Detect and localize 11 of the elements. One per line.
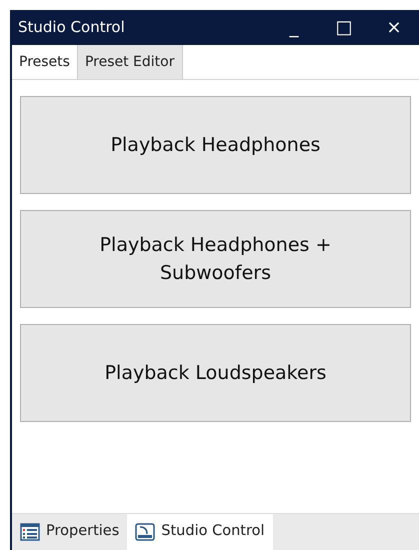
close-button[interactable]: × — [369, 18, 419, 36]
minimize-button[interactable]: _ — [269, 18, 319, 36]
preset-button[interactable]: Playback Loudspeakers — [20, 324, 411, 422]
tab[interactable]: Studio Control — [127, 514, 272, 550]
maximize-button[interactable]: □ — [319, 18, 369, 36]
panel-icon — [135, 523, 156, 541]
preset-button[interactable]: Playback Headphones — [20, 96, 411, 194]
window-title: Studio Control — [18, 17, 126, 38]
tab[interactable]: Preset Editor — [78, 45, 182, 79]
list-icon — [20, 523, 40, 541]
preset-button[interactable]: Playback Headphones + Subwoofers — [20, 210, 411, 308]
